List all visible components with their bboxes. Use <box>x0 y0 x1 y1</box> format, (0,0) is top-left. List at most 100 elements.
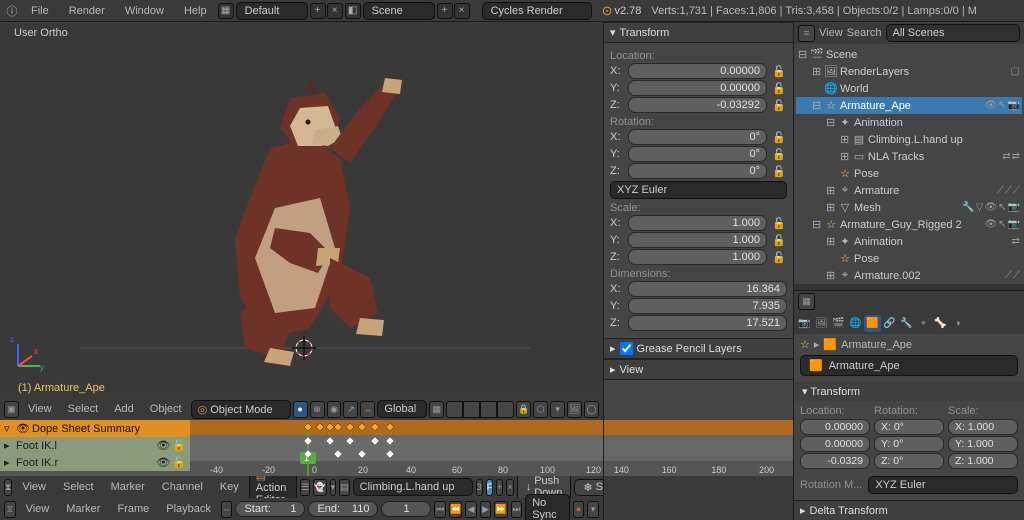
tl-menu-playback[interactable]: Playback <box>159 503 218 515</box>
prop-rot-y[interactable]: Y: 0° <box>874 436 944 452</box>
rot-x-field[interactable]: 0° <box>628 129 767 145</box>
tab-bone-icon[interactable]: 🦴 <box>932 315 949 332</box>
eye-icon[interactable]: 👁 <box>984 202 997 213</box>
unlink-action-button[interactable]: × <box>506 479 513 496</box>
lock-icon[interactable]: 🔓 <box>771 97 787 113</box>
editor-type-icon[interactable]: ⧖ <box>4 501 16 518</box>
lock-icon[interactable]: 🔓 <box>771 146 787 162</box>
scene-dropdown[interactable]: Scene <box>363 2 435 20</box>
tab-object-icon[interactable]: 🟧 <box>864 315 881 332</box>
eye-icon[interactable]: 👁 <box>984 219 997 230</box>
shading-solid-icon[interactable]: ● <box>293 401 308 418</box>
start-frame-field[interactable]: Start:1 <box>235 501 305 517</box>
v3d-menu-object[interactable]: Object <box>143 403 189 415</box>
lock-icon[interactable]: 🔓 <box>771 129 787 145</box>
next-key-icon[interactable]: ⏩ <box>494 501 507 518</box>
bone-icon[interactable]: ⟋ <box>997 185 1004 196</box>
ghost-icon[interactable]: 👻 <box>313 479 326 496</box>
pivot-icon[interactable]: ⊕ <box>310 401 325 418</box>
scale-y-field[interactable]: 1.000 <box>628 232 767 248</box>
object-name-field[interactable]: 🟧 Armature_Ape <box>800 355 1018 376</box>
filter-icon[interactable]: ▾ <box>330 479 337 496</box>
outliner-item[interactable]: RenderLayers <box>840 66 1005 78</box>
nla-toggle-icon[interactable]: ⇄ <box>1012 151 1020 162</box>
play-reverse-icon[interactable]: ◀ <box>465 501 477 518</box>
dopesheet-tracks[interactable]: 1 <box>190 420 603 476</box>
outliner-item[interactable]: Armature_Guy_Rigged 2 <box>840 219 978 231</box>
expand-icon[interactable]: ⊞ <box>826 184 836 197</box>
gp-checkbox[interactable] <box>620 342 633 355</box>
tab-data-icon[interactable]: ⌖ <box>915 315 932 332</box>
ae-menu-marker[interactable]: Marker <box>104 481 152 493</box>
prop-scale-y[interactable]: Y: 1.000 <box>948 436 1018 452</box>
del-layout-button[interactable]: × <box>327 3 343 19</box>
autokey-icon[interactable]: ● <box>573 501 585 518</box>
mute-icon[interactable]: 👁 <box>156 439 170 452</box>
lock-icon[interactable]: 🔓 <box>771 80 787 96</box>
render-icon[interactable]: 📷 <box>1008 202 1020 213</box>
outliner-item[interactable]: Armature_Ape <box>840 100 978 112</box>
scale-x-field[interactable]: 1.000 <box>628 215 767 231</box>
rot-z-field[interactable]: 0° <box>628 163 767 179</box>
cursor-icon[interactable]: ↖ <box>998 100 1006 111</box>
prop-scale-z[interactable]: Z: 1.000 <box>948 453 1018 469</box>
add-action-button[interactable]: + <box>496 479 503 496</box>
tab-world-icon[interactable]: 🌐 <box>847 315 864 332</box>
screen-browse-icon[interactable]: ▦ <box>218 3 234 19</box>
nla-toggle-icon[interactable]: ⇄ <box>1012 236 1020 247</box>
tab-constraints-icon[interactable]: 🔗 <box>881 315 898 332</box>
grease-pencil-panel-header[interactable]: ▸Grease Pencil Layers <box>604 338 793 359</box>
lock-icon[interactable]: 🔓 <box>771 232 787 248</box>
expand-icon[interactable]: ⊟ <box>812 99 822 112</box>
render-icon[interactable]: 📷 <box>1008 219 1020 230</box>
manipulator-icon[interactable]: ↗ <box>343 401 358 418</box>
rot-y-field[interactable]: 0° <box>628 146 767 162</box>
outliner-item[interactable]: Scene <box>826 49 1020 61</box>
menu-render[interactable]: Render <box>60 5 114 17</box>
prop-loc-x[interactable]: 0.00000 <box>800 419 870 435</box>
dim-x-field[interactable]: 16.364 <box>628 281 787 297</box>
prop-rot-x[interactable]: X: 0° <box>874 419 944 435</box>
tl-menu-view[interactable]: View <box>19 503 57 515</box>
v3d-menu-view[interactable]: View <box>21 403 59 415</box>
channel-row[interactable]: ▸ Foot IK.r 👁 🔓 <box>0 454 190 471</box>
lock-icon[interactable]: 🔓 <box>771 63 787 79</box>
dim-z-field[interactable]: 17.521 <box>628 315 787 331</box>
editor-type-icon[interactable]: ▦ <box>798 293 815 310</box>
expand-icon[interactable]: ⊟ <box>826 116 836 129</box>
menu-help[interactable]: Help <box>175 5 216 17</box>
ae-menu-channel[interactable]: Channel <box>155 481 210 493</box>
lock-icon[interactable]: 🔓 <box>771 163 787 179</box>
end-frame-field[interactable]: End:110 <box>308 501 378 517</box>
prop-scale-x[interactable]: X: 1.000 <box>948 419 1018 435</box>
keying-set-icon[interactable]: ▾ <box>587 501 599 518</box>
outliner-item[interactable]: Mesh <box>854 202 956 214</box>
action-users[interactable]: 3 <box>476 479 483 496</box>
menu-window[interactable]: Window <box>116 5 173 17</box>
add-layout-button[interactable]: + <box>310 3 326 19</box>
action-dropdown[interactable]: Climbing.L.hand up <box>353 478 473 496</box>
channel-row[interactable]: ▸ Foot IK.l 👁 🔓 <box>0 437 190 454</box>
bone-icon[interactable]: ⟋ <box>1013 185 1020 196</box>
outliner-item[interactable]: NLA Tracks <box>868 151 996 163</box>
delta-transform-header[interactable]: ▸Delta Transform <box>794 500 1024 520</box>
layers-icon[interactable]: ▦ <box>429 401 444 418</box>
editor-type-icon[interactable]: ▣ <box>4 401 19 418</box>
forward-end-icon[interactable]: ⏭ <box>511 501 523 518</box>
scale-z-field[interactable]: 1.000 <box>628 249 767 265</box>
rewind-icon[interactable]: ⏮ <box>434 501 446 518</box>
transform-panel-header[interactable]: ▾Transform <box>604 22 793 43</box>
eye-icon[interactable]: 👁 <box>984 100 997 111</box>
v3d-menu-select[interactable]: Select <box>61 403 106 415</box>
bone-icon[interactable]: ⟋ <box>1005 270 1012 281</box>
layer-button[interactable] <box>497 401 514 418</box>
prop-loc-z[interactable]: -0.0329 <box>800 453 870 469</box>
bone-icon[interactable]: ⟋ <box>1013 270 1020 281</box>
render-icon[interactable]: 📷 <box>1008 100 1020 111</box>
outliner-item[interactable]: Armature <box>854 185 991 197</box>
outliner-item[interactable]: Animation <box>854 236 1006 248</box>
ae-menu-key[interactable]: Key <box>213 481 246 493</box>
snap-icon[interactable]: ⬡ <box>533 401 548 418</box>
outliner-item[interactable]: Armature.002 <box>854 270 999 282</box>
prev-key-icon[interactable]: ⏪ <box>449 501 462 518</box>
